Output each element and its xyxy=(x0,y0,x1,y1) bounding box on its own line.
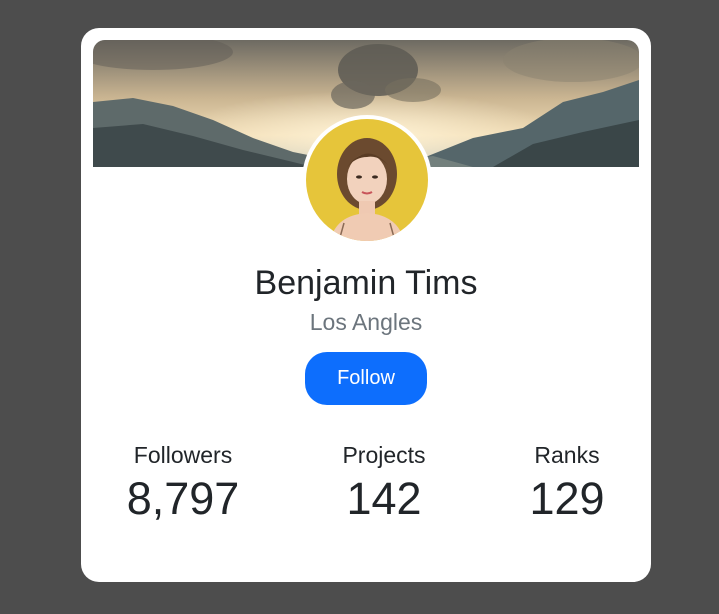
stat-projects-label: Projects xyxy=(342,442,426,468)
stat-ranks-label: Ranks xyxy=(534,442,600,468)
stat-projects: Projects 142 xyxy=(294,440,474,526)
avatar xyxy=(302,115,432,245)
profile-location: Los Angles xyxy=(309,309,423,335)
stat-followers-value: 8,797 xyxy=(126,473,240,524)
profile-name: Benjamin Tims xyxy=(254,264,478,302)
stat-followers-label: Followers xyxy=(133,442,233,468)
profile-card: Benjamin Tims Los Angles Follow Follower… xyxy=(81,28,651,582)
stat-ranks-value: 129 xyxy=(529,473,605,524)
stat-ranks: Ranks 129 xyxy=(477,440,657,526)
avatar-image xyxy=(306,119,428,241)
stat-followers: Followers 8,797 xyxy=(93,440,273,526)
follow-button[interactable]: Follow xyxy=(305,352,427,405)
stat-projects-value: 142 xyxy=(346,473,422,524)
